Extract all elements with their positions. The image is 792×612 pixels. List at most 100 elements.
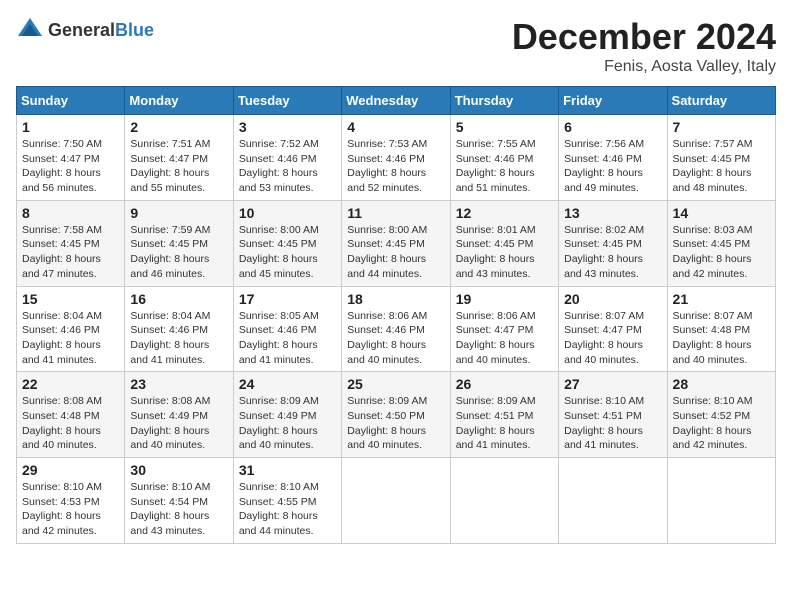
day-number: 20 xyxy=(564,291,661,307)
table-row: 9 Sunrise: 7:59 AMSunset: 4:45 PMDaylight… xyxy=(125,200,233,286)
cell-details: Sunrise: 8:03 AMSunset: 4:45 PMDaylight:… xyxy=(673,223,770,282)
table-row: 5Sunrise: 7:55 AMSunset: 4:46 PMDaylight… xyxy=(450,115,558,201)
cell-details: Sunrise: 7:58 AMSunset: 4:45 PMDaylight:… xyxy=(22,223,119,282)
table-row: 6Sunrise: 7:56 AMSunset: 4:46 PMDaylight… xyxy=(559,115,667,201)
table-row: 1Sunrise: 7:50 AMSunset: 4:47 PMDaylight… xyxy=(17,115,125,201)
table-row: 22 Sunrise: 8:08 AMSunset: 4:48 PMDayligh… xyxy=(17,372,125,458)
cell-details: Sunrise: 8:06 AMSunset: 4:46 PMDaylight:… xyxy=(347,309,444,368)
table-row: 12 Sunrise: 8:01 AMSunset: 4:45 PMDayligh… xyxy=(450,200,558,286)
table-row: 3 Sunrise: 7:52 AMSunset: 4:46 PMDaylight… xyxy=(233,115,341,201)
day-number: 15 xyxy=(22,291,119,307)
table-row: 7 Sunrise: 7:57 AMSunset: 4:45 PMDaylight… xyxy=(667,115,775,201)
table-row: 21 Sunrise: 8:07 AMSunset: 4:48 PMDayligh… xyxy=(667,286,775,372)
table-row: 30Sunrise: 8:10 AMSunset: 4:54 PMDayligh… xyxy=(125,458,233,544)
table-row xyxy=(342,458,450,544)
weekday-header-tuesday: Tuesday xyxy=(233,87,341,115)
day-number: 27 xyxy=(564,376,661,392)
day-number: 14 xyxy=(673,205,770,221)
day-number: 12 xyxy=(456,205,553,221)
title-area: December 2024 Fenis, Aosta Valley, Italy xyxy=(512,16,776,76)
day-number: 13 xyxy=(564,205,661,221)
table-row: 20 Sunrise: 8:07 AMSunset: 4:47 PMDayligh… xyxy=(559,286,667,372)
cell-details: Sunrise: 8:05 AMSunset: 4:46 PMDaylight:… xyxy=(239,309,336,368)
cell-details: Sunrise: 7:57 AMSunset: 4:45 PMDaylight:… xyxy=(673,137,770,196)
month-title: December 2024 xyxy=(512,16,776,58)
weekday-header-thursday: Thursday xyxy=(450,87,558,115)
day-number: 18 xyxy=(347,291,444,307)
table-row: 28 Sunrise: 8:10 AMSunset: 4:52 PMDayligh… xyxy=(667,372,775,458)
cell-details: Sunrise: 8:09 AMSunset: 4:49 PMDaylight:… xyxy=(239,394,336,453)
day-number: 10 xyxy=(239,205,336,221)
table-row: 31 Sunrise: 8:10 AMSunset: 4:55 PMDayligh… xyxy=(233,458,341,544)
table-row: 17 Sunrise: 8:05 AMSunset: 4:46 PMDayligh… xyxy=(233,286,341,372)
day-number: 6 xyxy=(564,119,661,135)
logo-blue: Blue xyxy=(115,20,154,40)
cell-details: Sunrise: 8:10 AMSunset: 4:52 PMDaylight:… xyxy=(673,394,770,453)
cell-details: Sunrise: 7:59 AMSunset: 4:45 PMDaylight:… xyxy=(130,223,227,282)
table-row xyxy=(559,458,667,544)
day-number: 29 xyxy=(22,462,119,478)
cell-details: Sunrise: 8:07 AMSunset: 4:47 PMDaylight:… xyxy=(564,309,661,368)
table-row: 24 Sunrise: 8:09 AMSunset: 4:49 PMDayligh… xyxy=(233,372,341,458)
day-number: 9 xyxy=(130,205,227,221)
table-row: 19Sunrise: 8:06 AMSunset: 4:47 PMDayligh… xyxy=(450,286,558,372)
table-row: 8 Sunrise: 7:58 AMSunset: 4:45 PMDaylight… xyxy=(17,200,125,286)
day-number: 2 xyxy=(130,119,227,135)
day-number: 26 xyxy=(456,376,553,392)
day-number: 23 xyxy=(130,376,227,392)
table-row: 25 Sunrise: 8:09 AMSunset: 4:50 PMDayligh… xyxy=(342,372,450,458)
cell-details: Sunrise: 8:08 AMSunset: 4:48 PMDaylight:… xyxy=(22,394,119,453)
table-row: 23 Sunrise: 8:08 AMSunset: 4:49 PMDayligh… xyxy=(125,372,233,458)
cell-details: Sunrise: 8:01 AMSunset: 4:45 PMDaylight:… xyxy=(456,223,553,282)
cell-details: Sunrise: 8:09 AMSunset: 4:50 PMDaylight:… xyxy=(347,394,444,453)
cell-details: Sunrise: 8:10 AMSunset: 4:55 PMDaylight:… xyxy=(239,480,336,539)
cell-details: Sunrise: 7:50 AMSunset: 4:47 PMDaylight:… xyxy=(22,137,119,196)
cell-details: Sunrise: 8:08 AMSunset: 4:49 PMDaylight:… xyxy=(130,394,227,453)
cell-details: Sunrise: 8:04 AMSunset: 4:46 PMDaylight:… xyxy=(22,309,119,368)
cell-details: Sunrise: 8:10 AMSunset: 4:53 PMDaylight:… xyxy=(22,480,119,539)
calendar-table: SundayMondayTuesdayWednesdayThursdayFrid… xyxy=(16,86,776,544)
day-number: 28 xyxy=(673,376,770,392)
day-number: 25 xyxy=(347,376,444,392)
logo-icon xyxy=(16,16,44,44)
weekday-header-wednesday: Wednesday xyxy=(342,87,450,115)
cell-details: Sunrise: 8:02 AMSunset: 4:45 PMDaylight:… xyxy=(564,223,661,282)
cell-details: Sunrise: 8:04 AMSunset: 4:46 PMDaylight:… xyxy=(130,309,227,368)
day-number: 4 xyxy=(347,119,444,135)
cell-details: Sunrise: 8:07 AMSunset: 4:48 PMDaylight:… xyxy=(673,309,770,368)
day-number: 3 xyxy=(239,119,336,135)
weekday-header-sunday: Sunday xyxy=(17,87,125,115)
cell-details: Sunrise: 7:55 AMSunset: 4:46 PMDaylight:… xyxy=(456,137,553,196)
day-number: 11 xyxy=(347,205,444,221)
cell-details: Sunrise: 7:52 AMSunset: 4:46 PMDaylight:… xyxy=(239,137,336,196)
day-number: 21 xyxy=(673,291,770,307)
weekday-header-monday: Monday xyxy=(125,87,233,115)
table-row: 26 Sunrise: 8:09 AMSunset: 4:51 PMDayligh… xyxy=(450,372,558,458)
table-row: 18 Sunrise: 8:06 AMSunset: 4:46 PMDayligh… xyxy=(342,286,450,372)
day-number: 8 xyxy=(22,205,119,221)
table-row xyxy=(667,458,775,544)
day-number: 7 xyxy=(673,119,770,135)
table-row: 11 Sunrise: 8:00 AMSunset: 4:45 PMDayligh… xyxy=(342,200,450,286)
day-number: 31 xyxy=(239,462,336,478)
table-row: 10 Sunrise: 8:00 AMSunset: 4:45 PMDayligh… xyxy=(233,200,341,286)
cell-details: Sunrise: 8:00 AMSunset: 4:45 PMDaylight:… xyxy=(347,223,444,282)
day-number: 24 xyxy=(239,376,336,392)
location-title: Fenis, Aosta Valley, Italy xyxy=(512,58,776,76)
cell-details: Sunrise: 8:10 AMSunset: 4:54 PMDaylight:… xyxy=(130,480,227,539)
table-row: 14 Sunrise: 8:03 AMSunset: 4:45 PMDayligh… xyxy=(667,200,775,286)
table-row: 27Sunrise: 8:10 AMSunset: 4:51 PMDayligh… xyxy=(559,372,667,458)
day-number: 17 xyxy=(239,291,336,307)
weekday-header-friday: Friday xyxy=(559,87,667,115)
header: GeneralBlue December 2024 Fenis, Aosta V… xyxy=(16,16,776,76)
cell-details: Sunrise: 8:09 AMSunset: 4:51 PMDaylight:… xyxy=(456,394,553,453)
table-row: 29 Sunrise: 8:10 AMSunset: 4:53 PMDayligh… xyxy=(17,458,125,544)
day-number: 16 xyxy=(130,291,227,307)
weekday-header-saturday: Saturday xyxy=(667,87,775,115)
day-number: 22 xyxy=(22,376,119,392)
table-row xyxy=(450,458,558,544)
day-number: 19 xyxy=(456,291,553,307)
cell-details: Sunrise: 8:00 AMSunset: 4:45 PMDaylight:… xyxy=(239,223,336,282)
table-row: 2Sunrise: 7:51 AMSunset: 4:47 PMDaylight… xyxy=(125,115,233,201)
table-row: 15 Sunrise: 8:04 AMSunset: 4:46 PMDayligh… xyxy=(17,286,125,372)
